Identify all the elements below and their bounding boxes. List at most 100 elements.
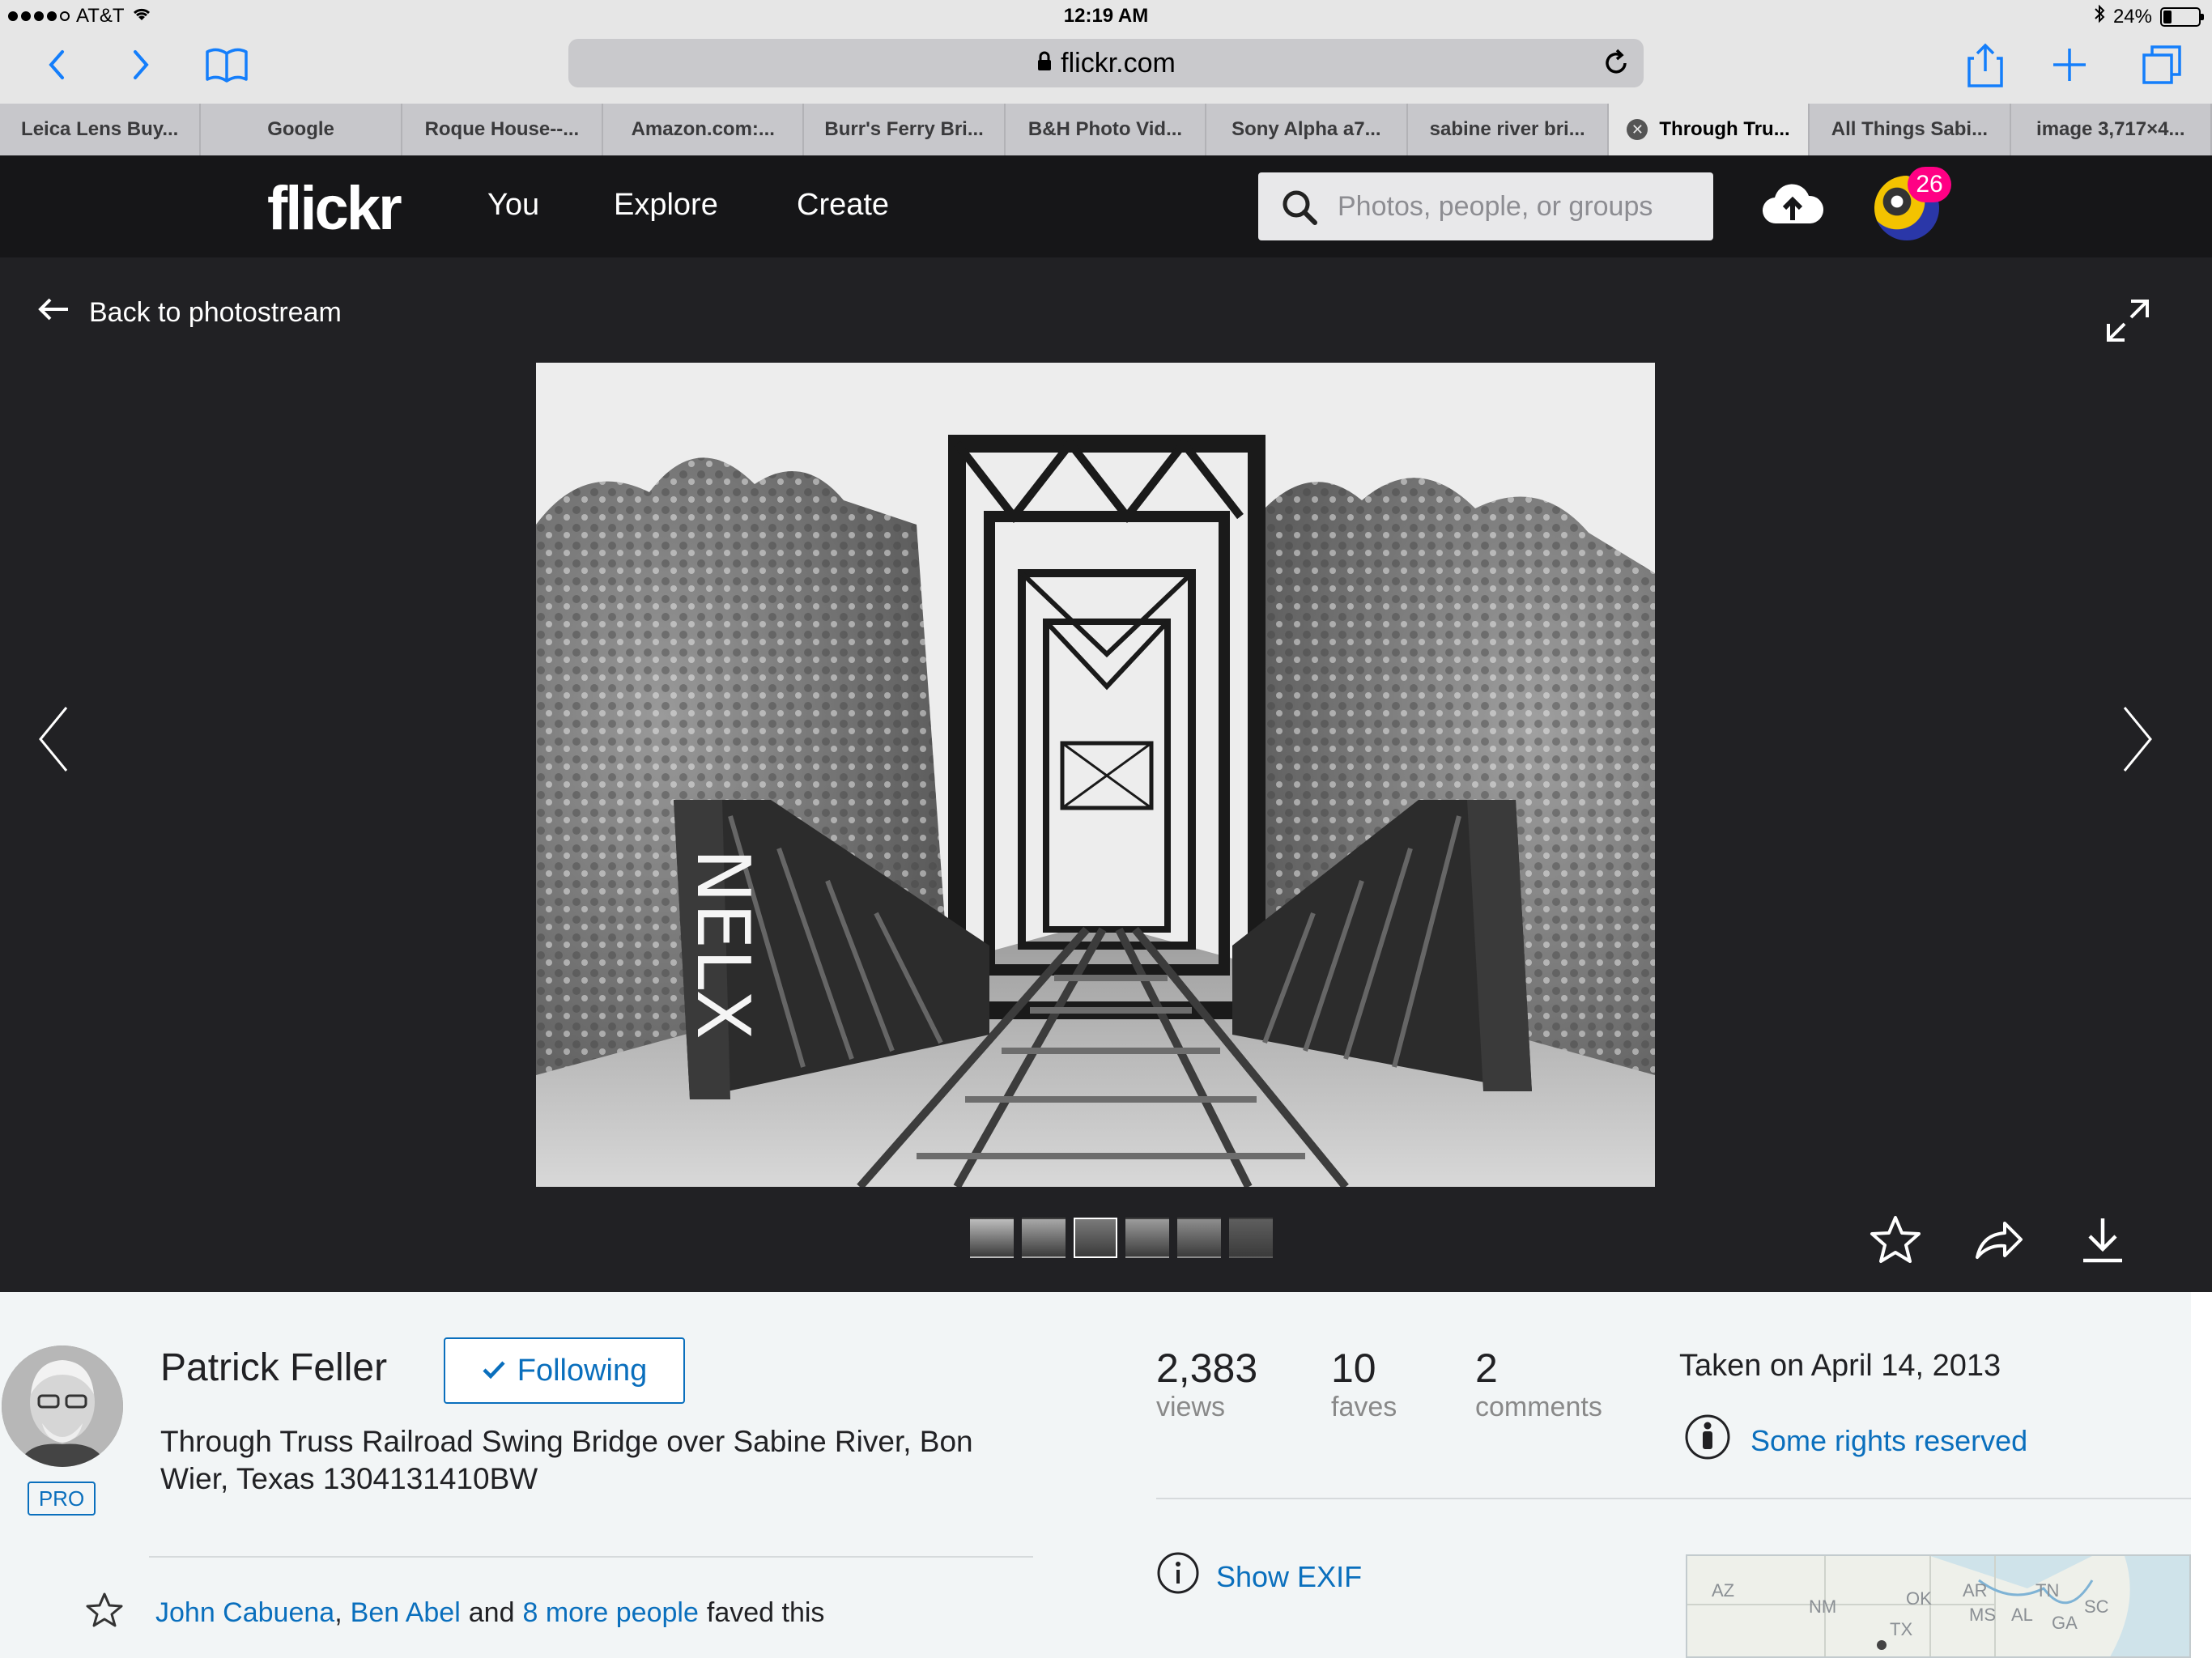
author-name[interactable]: Patrick Feller [160, 1346, 387, 1390]
tabs-overview-icon[interactable] [2136, 40, 2188, 89]
comments-stat[interactable]: 2 comments [1475, 1346, 1602, 1423]
back-chevron-icon[interactable] [31, 40, 83, 89]
divider [149, 1556, 1033, 1558]
following-button[interactable]: Following [444, 1337, 685, 1404]
reload-icon[interactable] [1600, 47, 1632, 83]
tab-label: Amazon.com:... [631, 118, 775, 140]
nav-explore[interactable]: Explore [614, 188, 718, 223]
close-tab-icon[interactable]: ✕ [1627, 119, 1648, 140]
views-label: views [1156, 1392, 1226, 1422]
filmstrip [970, 1218, 1273, 1258]
upload-cloud-icon[interactable] [1762, 180, 1824, 232]
browser-tab[interactable]: Sony Alpha a7... [1206, 104, 1408, 155]
url-text: flickr.com [1061, 47, 1176, 79]
fullscreen-expand-icon[interactable] [2105, 298, 2150, 347]
filmstrip-thumbnail[interactable] [1125, 1218, 1169, 1258]
faves-label: faves [1331, 1392, 1397, 1422]
comments-label: comments [1475, 1392, 1602, 1422]
tab-label: sabine river bri... [1429, 118, 1585, 140]
new-tab-plus-icon[interactable] [2044, 40, 2095, 89]
faver-link[interactable]: Ben Abel [351, 1597, 461, 1629]
taken-date: Taken on April 14, 2013 [1679, 1349, 2001, 1383]
faver-link[interactable]: John Cabuena [155, 1597, 334, 1629]
pro-badge: PRO [28, 1482, 96, 1516]
browser-tab[interactable]: sabine river bri... [1408, 104, 1609, 155]
license-link[interactable]: Some rights reserved [1684, 1414, 2027, 1468]
next-photo-arrow-icon[interactable] [2120, 704, 2155, 778]
back-to-photostream-link[interactable]: Back to photostream [37, 296, 342, 329]
svg-text:NELX: NELX [680, 848, 765, 1039]
faved-and-text: and [468, 1597, 515, 1628]
browser-tab[interactable]: Amazon.com:... [603, 104, 805, 155]
nav-create[interactable]: Create [797, 188, 889, 223]
filmstrip-thumbnail[interactable] [970, 1218, 1014, 1258]
previous-photo-arrow-icon[interactable] [36, 704, 71, 778]
browser-tab[interactable]: Google [201, 104, 402, 155]
faves-count: 10 [1331, 1346, 1376, 1391]
photo-actions [1867, 1211, 2131, 1268]
nav-you[interactable]: You [487, 188, 539, 223]
ios-status-bar: AT&T 12:19 AM 24% [0, 0, 2212, 32]
tab-label: image 3,717×4... [2036, 118, 2185, 140]
author-avatar[interactable] [2, 1346, 123, 1467]
photo-title: Through Truss Railroad Swing Bridge over… [160, 1425, 973, 1495]
browser-tab[interactable]: Roque House--... [402, 104, 604, 155]
filmstrip-thumbnail[interactable] [1022, 1218, 1066, 1258]
map-state-label: AZ [1712, 1580, 1735, 1601]
comments-count: 2 [1475, 1346, 1498, 1391]
browser-tab[interactable]: ✕ Through Tru... [1608, 104, 1810, 155]
fave-star-icon[interactable] [1867, 1211, 1924, 1268]
share-icon[interactable] [1959, 40, 2011, 89]
browser-tab[interactable]: B&H Photo Vid... [1006, 104, 1207, 155]
faver-separator: , [334, 1597, 342, 1628]
map-state-label: MS [1969, 1605, 1996, 1625]
filmstrip-thumbnail[interactable] [1074, 1218, 1117, 1258]
tab-label: Sony Alpha a7... [1231, 118, 1381, 140]
filmstrip-thumbnail[interactable] [1177, 1218, 1221, 1258]
tab-label: B&H Photo Vid... [1027, 118, 1183, 140]
bluetooth-icon [2094, 4, 2105, 29]
share-arrow-icon[interactable] [1971, 1211, 2027, 1268]
tab-label: All Things Sabi... [1831, 118, 1989, 140]
tab-label: Roque House--... [424, 118, 580, 140]
user-menu[interactable]: 26 [1872, 167, 1951, 243]
search-box[interactable] [1258, 172, 1713, 240]
more-favers-link[interactable]: 8 more people [523, 1597, 699, 1629]
battery-icon [2160, 6, 2204, 27]
divider [1156, 1498, 2191, 1499]
creative-commons-by-icon [1684, 1414, 1731, 1468]
notification-badge[interactable]: 26 [1908, 167, 1951, 202]
flickr-logo[interactable]: flickr [267, 173, 402, 244]
browser-tab[interactable]: image 3,717×4... [2011, 104, 2212, 155]
map-state-label: NM [1809, 1596, 1837, 1617]
browser-tab[interactable]: Leica Lens Buy... [0, 104, 202, 155]
tab-label: Leica Lens Buy... [21, 118, 179, 140]
back-link-label: Back to photostream [89, 297, 342, 328]
download-icon[interactable] [2074, 1211, 2131, 1268]
show-exif-link[interactable]: Show EXIF [1156, 1551, 1362, 1602]
forward-chevron-icon[interactable] [115, 40, 167, 89]
views-stat: 2,383 views [1156, 1346, 1257, 1423]
battery-percent: 24% [2112, 5, 2152, 28]
arrow-left-icon [37, 296, 70, 329]
browser-tab[interactable]: Burr's Ferry Bri... [804, 104, 1006, 155]
filmstrip-thumbnail[interactable] [1229, 1218, 1273, 1258]
map-state-label: OK [1906, 1588, 1932, 1609]
info-circle-icon [1156, 1551, 1200, 1602]
location-map[interactable]: AZ NM OK AR TN MS AL SC GA TX [1686, 1554, 2191, 1658]
scroll-gutter [2191, 1292, 2212, 1658]
star-outline-icon[interactable] [86, 1592, 123, 1635]
map-state-label: SC [2084, 1596, 2109, 1617]
search-input[interactable] [1338, 182, 1694, 231]
browser-tab[interactable]: All Things Sabi... [1810, 104, 2011, 155]
main-photo[interactable]: NELX [536, 363, 1655, 1187]
map-state-label: AL [2011, 1605, 2033, 1625]
following-label: Following [517, 1353, 648, 1388]
faves-stat[interactable]: 10 faves [1331, 1346, 1397, 1423]
lock-icon [1036, 51, 1053, 76]
tab-label: Google [267, 118, 334, 140]
address-bar[interactable]: flickr.com [568, 39, 1644, 87]
flickr-header: flickr You Explore Create 26 [0, 155, 2212, 257]
bookmarks-icon[interactable] [201, 40, 253, 89]
photo-info-panel: PRO Patrick Feller Following Through Tru… [0, 1292, 2212, 1658]
